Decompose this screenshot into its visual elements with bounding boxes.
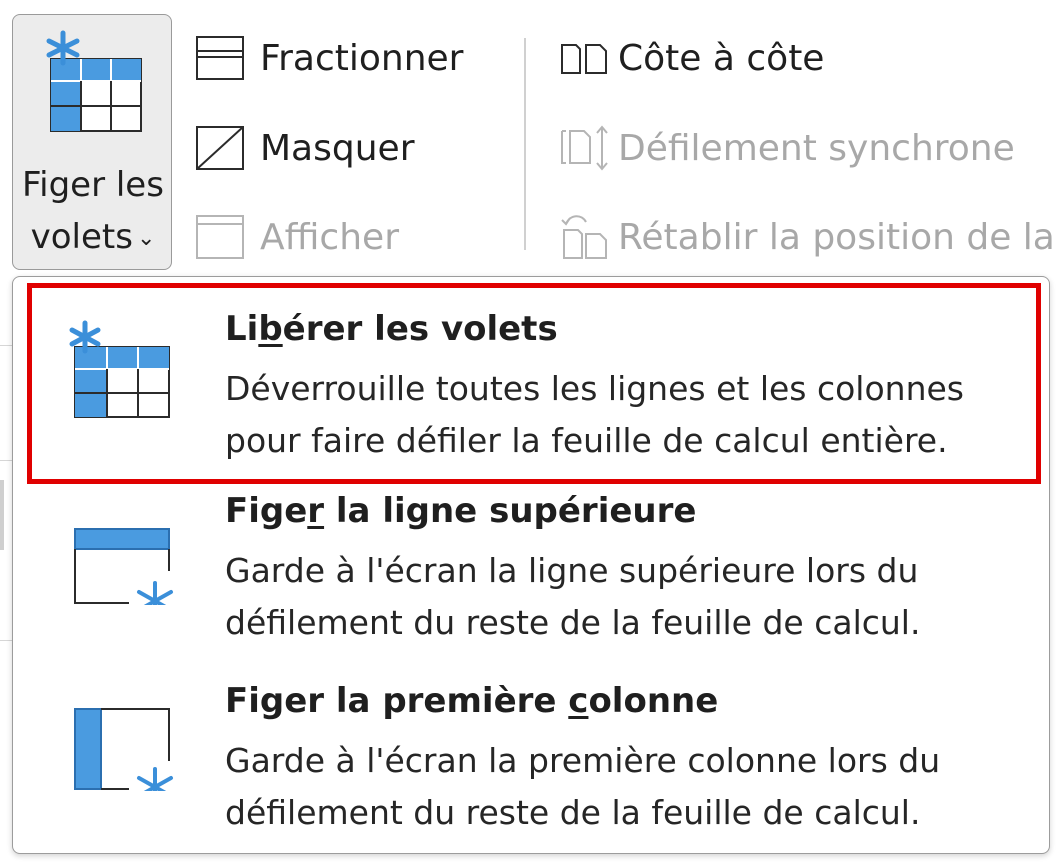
menu-item-description-line1: Garde à l'écran la première colonne lors…: [225, 741, 941, 780]
hide-label: Masquer: [260, 127, 415, 169]
freeze-first-column-icon: [74, 708, 173, 791]
menu-item-unfreeze-panes[interactable]: Libérer les volets Déverrouille toutes l…: [13, 285, 1049, 475]
unfreeze-panes-icon: [69, 320, 170, 418]
menu-item-description-line2: défilement du reste de la feuille de cal…: [225, 793, 921, 832]
chevron-down-icon: ⌄: [136, 225, 156, 251]
access-key: r: [307, 491, 325, 531]
title-part: Fige: [225, 491, 308, 531]
menu-item-title: Figer la première colonne: [225, 681, 718, 721]
split-icon: [196, 36, 244, 80]
split-label: Fractionner: [260, 37, 464, 79]
unhide-button[interactable]: Afficher: [192, 207, 399, 267]
side-by-side-label: Côte à côte: [618, 37, 825, 79]
title-part: olonne: [588, 681, 719, 721]
freeze-panes-label-line2-wrap: volets ⌄: [13, 217, 173, 259]
unhide-icon: [196, 215, 244, 259]
access-key: c: [568, 681, 589, 721]
freeze-panes-icon: [46, 30, 142, 132]
menu-item-freeze-first-column[interactable]: Figer la première colonne Garde à l'écra…: [13, 665, 1049, 853]
ribbon-divider: [524, 38, 526, 250]
reset-position-label: Rétablir la position de la: [618, 216, 1055, 258]
menu-item-description-line2: défilement du reste de la feuille de cal…: [225, 603, 921, 642]
title-part: la ligne supérieure: [324, 491, 697, 531]
title-part: Figer la première: [225, 681, 569, 721]
side-by-side-button[interactable]: Côte à côte: [556, 28, 824, 88]
reset-position-button[interactable]: Rétablir la position de la: [556, 207, 1055, 267]
sync-scroll-label: Défilement synchrone: [618, 127, 1015, 169]
freeze-panes-menu: Libérer les volets Déverrouille toutes l…: [12, 276, 1050, 854]
freeze-top-row-icon: [74, 528, 173, 605]
menu-item-title: Figer la ligne supérieure: [225, 491, 696, 531]
sheet-cell-edge: [0, 480, 4, 550]
menu-item-description-line1: Garde à l'écran la ligne supérieure lors…: [225, 551, 919, 590]
access-key: b: [258, 309, 283, 349]
menu-item-description-line1: Déverrouille toutes les lignes et les co…: [225, 369, 964, 408]
sync-scroll-icon: [561, 125, 608, 171]
menu-item-freeze-top-row[interactable]: Figer la ligne supérieure Garde à l'écra…: [13, 475, 1049, 665]
hide-icon: [196, 126, 244, 170]
menu-item-description-line2: pour faire défiler la feuille de calcul …: [225, 421, 948, 460]
freeze-panes-button[interactable]: Figer les volets ⌄: [12, 14, 172, 270]
freeze-panes-label-line2: volets: [30, 217, 133, 257]
title-part: érer les volets: [282, 309, 558, 349]
reset-position-icon: [561, 215, 607, 259]
unhide-label: Afficher: [260, 216, 399, 258]
split-button[interactable]: Fractionner: [192, 28, 463, 88]
sync-scroll-button[interactable]: Défilement synchrone: [556, 118, 1015, 178]
hide-button[interactable]: Masquer: [192, 118, 415, 178]
side-by-side-icon: [561, 44, 607, 74]
menu-item-title: Libérer les volets: [225, 309, 558, 349]
title-part: Li: [225, 309, 259, 349]
freeze-panes-label-line1: Figer les: [22, 165, 164, 205]
